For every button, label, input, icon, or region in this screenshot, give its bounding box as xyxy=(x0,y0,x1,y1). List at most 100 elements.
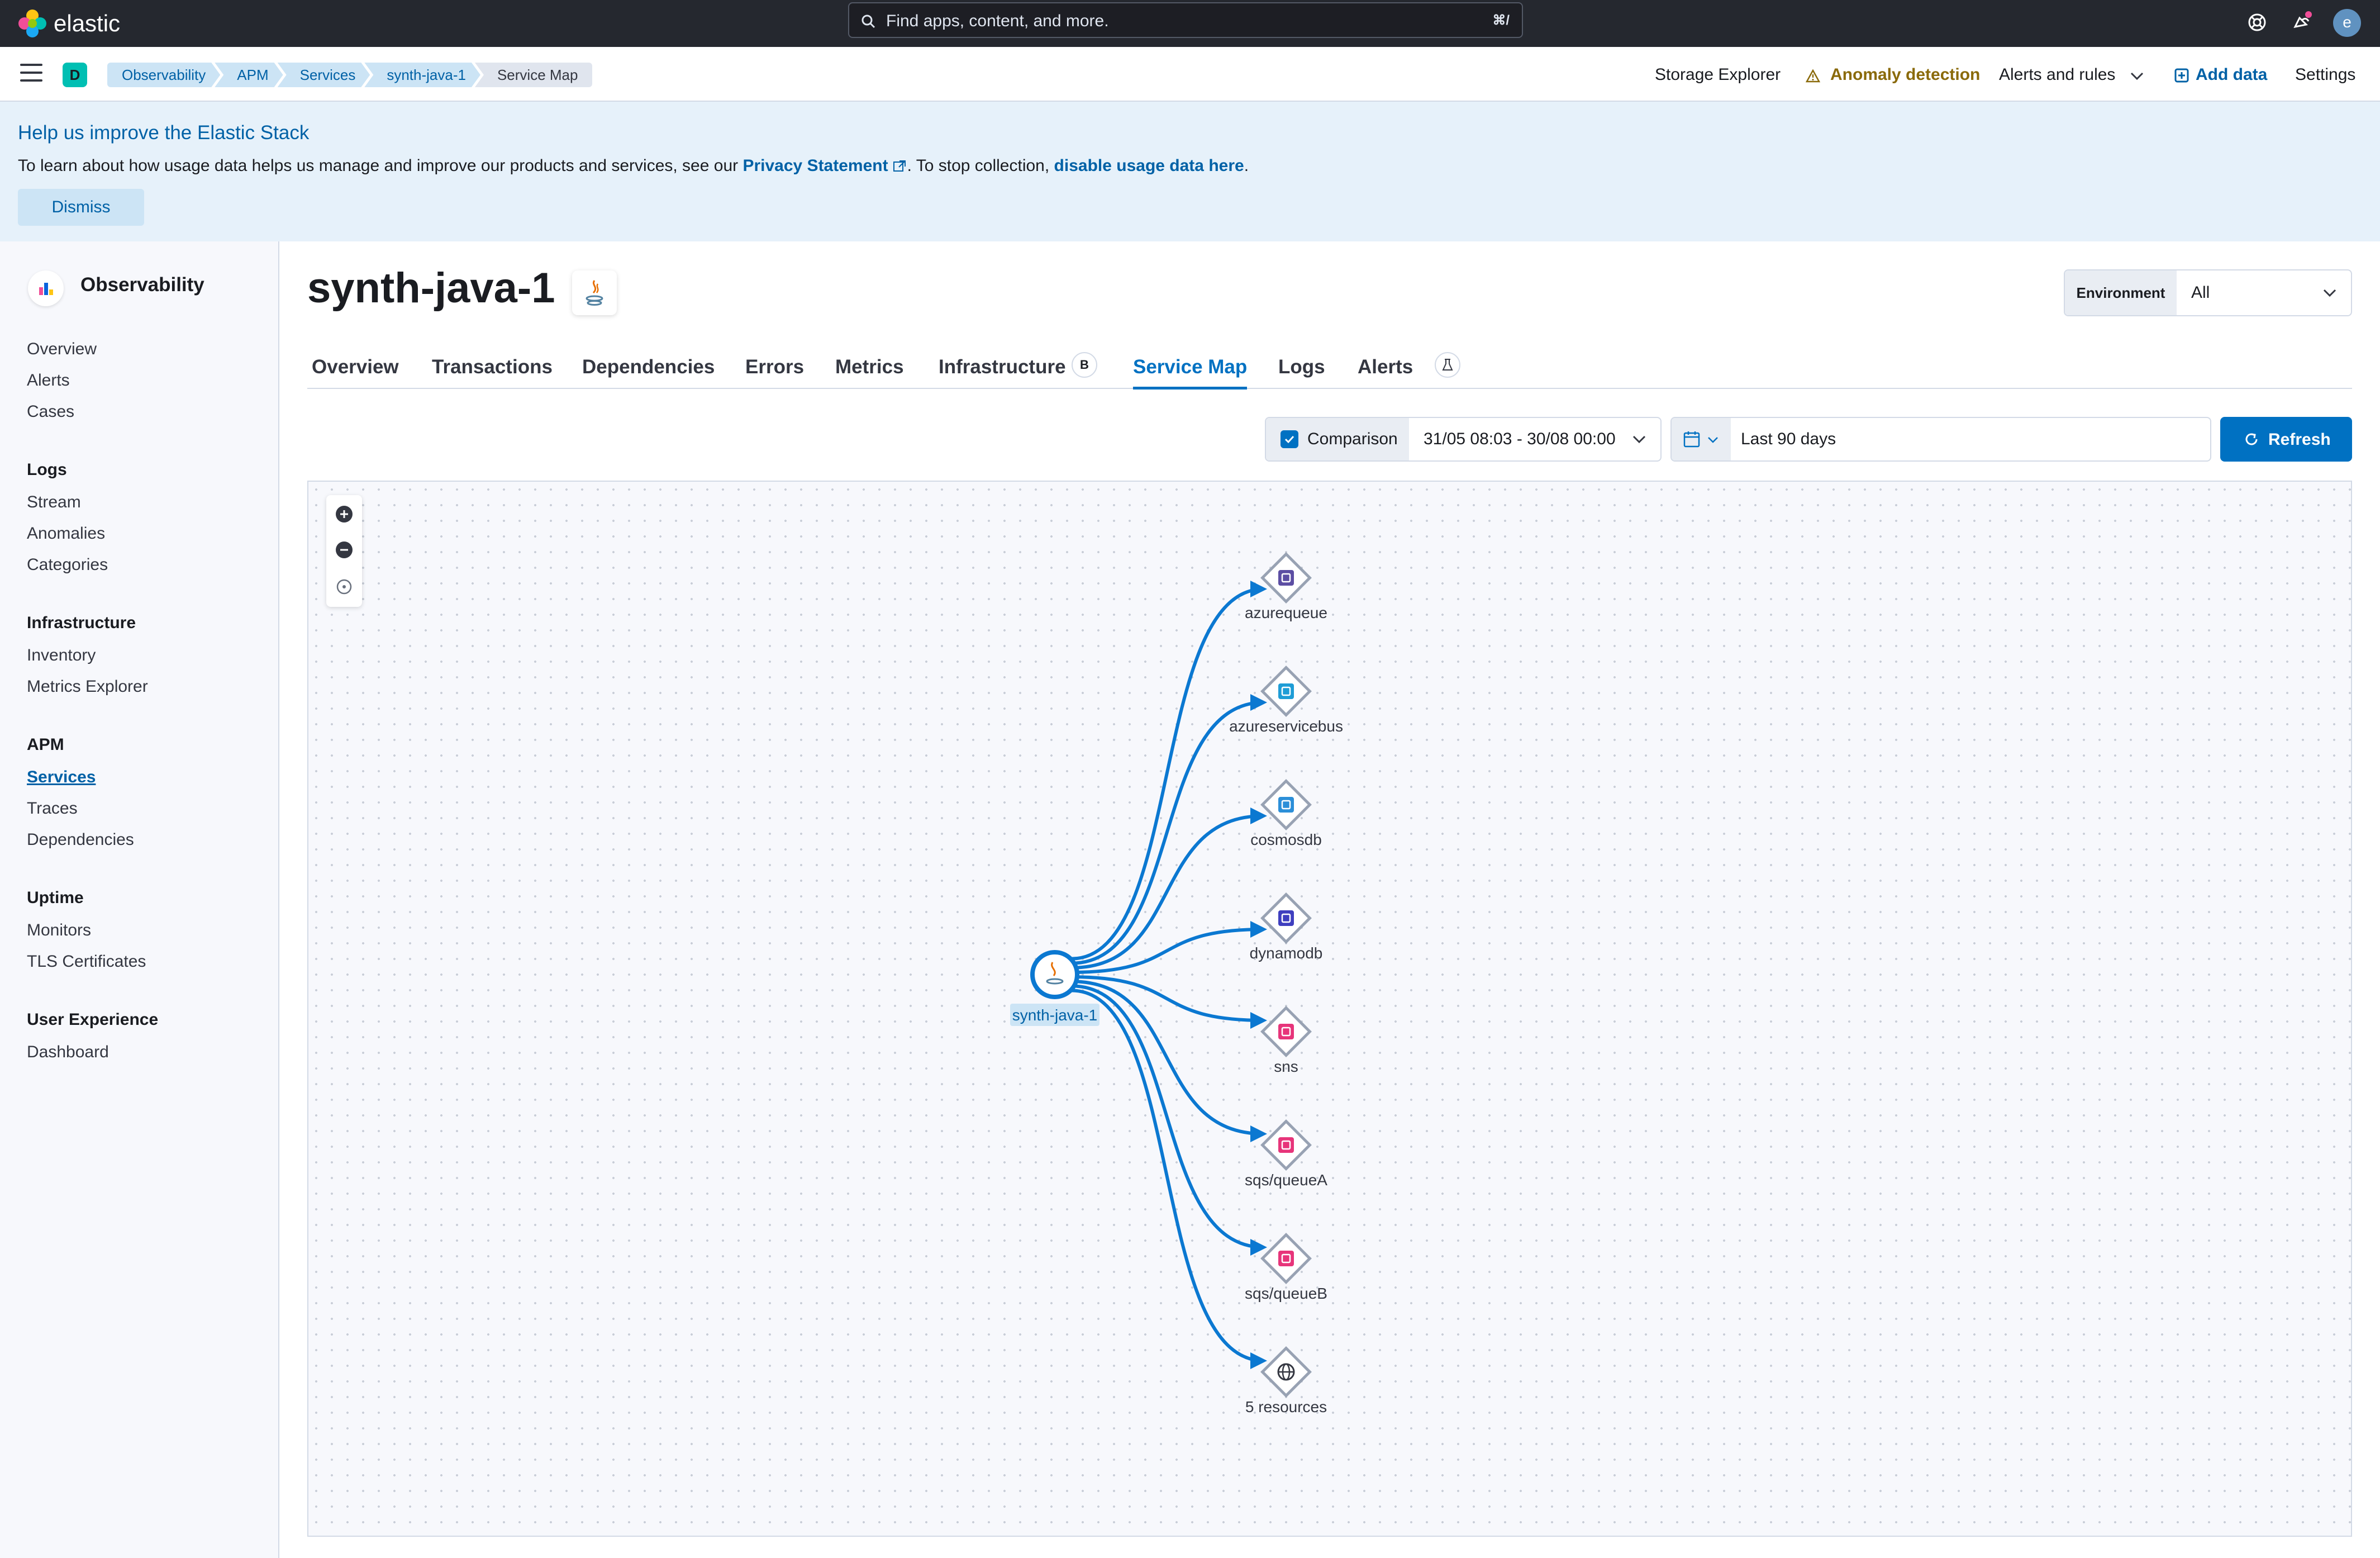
chevron-down-icon xyxy=(1632,435,1646,444)
tab-logs[interactable]: Logs xyxy=(1278,348,1325,387)
dependency-label: sqs/queueB xyxy=(1245,1285,1327,1302)
tab-errors[interactable]: Errors xyxy=(745,348,804,387)
nav-dashboard[interactable]: Dashboard xyxy=(27,1043,109,1062)
dismiss-button[interactable]: Dismiss xyxy=(18,189,144,226)
global-search-input[interactable]: Find apps, content, and more. ⌘/ xyxy=(848,2,1523,38)
edge-6 xyxy=(1071,984,1267,1256)
azure-service-bus-icon xyxy=(1278,683,1294,699)
comparison-range-select[interactable]: 31/05 08:03 - 30/08 00:00 xyxy=(1424,418,1616,460)
nav-services[interactable]: Services xyxy=(27,768,96,787)
nav-inventory[interactable]: Inventory xyxy=(27,646,96,665)
dependency-node-4[interactable]: sns xyxy=(1260,1006,1312,1075)
nav-group-uptime: Uptime xyxy=(27,889,84,907)
tab-transactions[interactable]: Transactions xyxy=(432,348,553,387)
tab-infrastructure[interactable]: Infrastructure xyxy=(939,348,1066,387)
privacy-statement-link[interactable]: Privacy Statement xyxy=(742,156,888,175)
global-header: elastic Find apps, content, and more. ⌘/… xyxy=(0,0,2380,47)
banner-text-suffix: . xyxy=(1244,156,1249,175)
help-icon[interactable] xyxy=(2245,10,2269,35)
nav-metrics-explorer[interactable]: Metrics Explorer xyxy=(27,677,148,696)
tab-metrics[interactable]: Metrics xyxy=(835,348,904,387)
observability-logo xyxy=(28,270,64,306)
nav-categories[interactable]: Categories xyxy=(27,555,108,574)
telemetry-banner: Help us improve the Elastic Stack To lea… xyxy=(0,102,2380,241)
tab-service-map[interactable]: Service Map xyxy=(1133,348,1248,390)
disable-usage-data-link[interactable]: disable usage data here xyxy=(1054,156,1244,175)
refresh-icon xyxy=(2245,433,2258,445)
nav-cases[interactable]: Cases xyxy=(27,402,74,421)
check-icon xyxy=(1284,435,1294,444)
dynamodb-icon xyxy=(1278,910,1294,926)
sidebar: Observability Overview Alerts Cases Logs… xyxy=(0,241,279,1558)
nav-group-infrastructure: Infrastructure xyxy=(27,614,136,632)
dependency-node-5[interactable]: sqs/queueA xyxy=(1245,1119,1327,1189)
chevron-down-icon xyxy=(2130,72,2144,80)
nav-anomalies[interactable]: Anomalies xyxy=(27,524,105,543)
breadcrumb-apm[interactable]: APM xyxy=(215,63,283,87)
beta-badge: B xyxy=(1072,352,1097,378)
menu-toggle-button[interactable] xyxy=(20,64,42,84)
tab-alerts[interactable]: Alerts xyxy=(1358,348,1413,387)
nav-monitors[interactable]: Monitors xyxy=(27,921,91,940)
edge-7 xyxy=(1071,989,1267,1369)
search-shortcut: ⌘/ xyxy=(1492,13,1510,28)
dependency-label: 5 resources xyxy=(1245,1398,1327,1416)
edge-0 xyxy=(1071,581,1267,961)
news-feed-icon[interactable] xyxy=(2289,10,2314,35)
technical-preview-badge xyxy=(1435,352,1460,378)
tab-overview[interactable]: Overview xyxy=(312,348,399,387)
banner-title: Help us improve the Elastic Stack xyxy=(18,122,310,144)
sqs-icon xyxy=(1278,1251,1294,1266)
add-data-link[interactable]: Add data xyxy=(2196,63,2267,87)
environment-value: All xyxy=(2191,283,2210,302)
nav-group-user-experience: User Experience xyxy=(27,1010,159,1029)
alerts-and-rules-menu[interactable]: Alerts and rules xyxy=(1999,63,2115,87)
dependency-node-6[interactable]: sqs/queueB xyxy=(1245,1233,1327,1302)
page-title: synth-java-1 xyxy=(307,264,555,312)
storage-explorer-link[interactable]: Storage Explorer xyxy=(1655,63,1781,87)
refresh-button[interactable]: Refresh xyxy=(2220,417,2352,462)
dependency-node-1[interactable]: azureservicebus xyxy=(1229,666,1343,735)
brand-name: elastic xyxy=(54,10,121,36)
nav-tls-certificates[interactable]: TLS Certificates xyxy=(27,952,146,971)
nav-dependencies[interactable]: Dependencies xyxy=(27,830,134,849)
dependency-label: azureservicebus xyxy=(1229,718,1343,735)
edge-2 xyxy=(1071,808,1267,970)
space-avatar[interactable]: D xyxy=(63,63,87,87)
dependency-label: sns xyxy=(1274,1058,1298,1075)
dependency-label: sqs/queueA xyxy=(1245,1171,1327,1189)
environment-select[interactable]: Environment All xyxy=(2064,269,2352,316)
anomaly-detection-link[interactable]: Anomaly detection xyxy=(1830,63,1980,87)
tab-dependencies[interactable]: Dependencies xyxy=(582,348,715,387)
breadcrumb-services[interactable]: Services xyxy=(278,63,370,87)
dependency-node-7[interactable]: 5 resources xyxy=(1245,1346,1327,1416)
nav-group-logs: Logs xyxy=(27,460,67,479)
comparison-toggle[interactable]: Comparison xyxy=(1266,418,1409,460)
sqs-icon xyxy=(1278,1137,1294,1153)
edge-1 xyxy=(1071,694,1267,965)
comparison-label: Comparison xyxy=(1307,430,1398,448)
date-range-value[interactable]: Last 90 days xyxy=(1741,418,1836,460)
search-icon xyxy=(861,15,875,28)
breadcrumb-service[interactable]: synth-java-1 xyxy=(364,63,480,87)
banner-text-mid: . To stop collection, xyxy=(907,156,1054,175)
comparison-checkbox[interactable] xyxy=(1281,430,1298,448)
chevron-down-icon xyxy=(2323,289,2336,297)
service-map-panel[interactable]: azurequeue azureservicebus cosmosdb dynamod… xyxy=(307,481,2352,1537)
java-agent-badge xyxy=(572,270,617,315)
chevron-down-icon xyxy=(1708,437,1718,443)
sidebar-title: Observability xyxy=(80,274,204,296)
service-node-label: synth-java-1 xyxy=(1012,1006,1098,1024)
nav-traces[interactable]: Traces xyxy=(27,799,78,818)
quick-select-button[interactable] xyxy=(1672,418,1731,460)
settings-link[interactable]: Settings xyxy=(2295,63,2355,87)
nav-group-apm: APM xyxy=(27,735,64,754)
nav-alerts[interactable]: Alerts xyxy=(27,371,70,390)
elastic-logo[interactable] xyxy=(17,8,48,39)
breadcrumb-observability[interactable]: Observability xyxy=(107,63,220,87)
user-avatar[interactable]: e xyxy=(2333,9,2361,37)
banner-text-prefix: To learn about how usage data helps us m… xyxy=(18,156,743,175)
dependency-label: cosmosdb xyxy=(1250,831,1322,848)
nav-overview[interactable]: Overview xyxy=(27,340,97,359)
nav-stream[interactable]: Stream xyxy=(27,493,81,512)
